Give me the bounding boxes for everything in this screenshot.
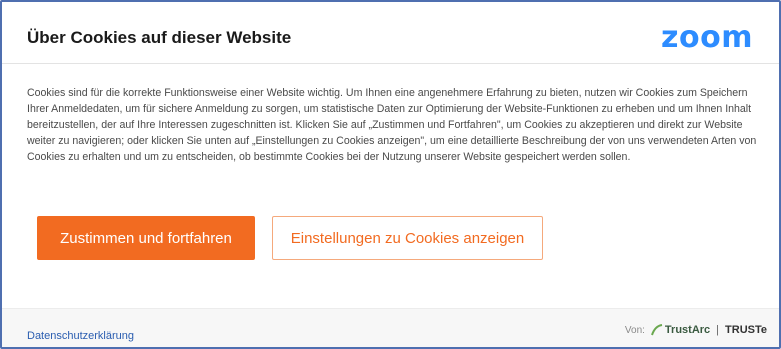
truste-label: TRUSTe xyxy=(725,324,767,336)
trustarc-arc-icon xyxy=(650,324,663,336)
cookie-description: Cookies sind für die korrekte Funktionsw… xyxy=(27,87,757,163)
trustarc-byline: Von: TrustArc | TRUSTe xyxy=(625,324,767,336)
by-label: Von: xyxy=(624,324,645,336)
trustarc-logo[interactable]: TrustArc xyxy=(650,324,711,336)
dialog-header: Über Cookies auf dieser Website zoom xyxy=(2,2,779,64)
cookie-settings-button[interactable]: Einstellungen zu Cookies anzeigen xyxy=(272,216,543,260)
trustarc-label: TrustArc xyxy=(664,324,711,336)
dialog-title: Über Cookies auf dieser Website xyxy=(27,28,292,47)
privacy-policy-link[interactable]: Datenschutzerklärung xyxy=(27,330,134,342)
dialog-footer: Datenschutzerklärung Von: TrustArc | TRU… xyxy=(2,308,779,347)
zoom-logo: zoom xyxy=(661,20,753,55)
accept-and-continue-button[interactable]: Zustimmen und fortfahren xyxy=(37,216,255,260)
cookie-consent-dialog: Über Cookies auf dieser Website zoom Coo… xyxy=(0,0,781,349)
byline-separator: | xyxy=(716,324,720,336)
